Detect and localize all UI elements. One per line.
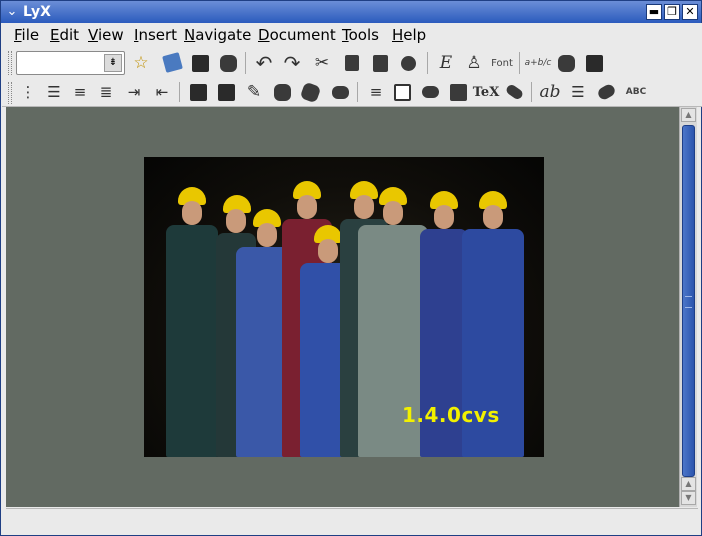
new-document-icon[interactable]: ☆ bbox=[130, 52, 152, 74]
lyx-window: ⌄ LyX ▬ ❐ ✕ File Edit View Insert Naviga… bbox=[0, 0, 702, 536]
toolbar-grip[interactable] bbox=[8, 51, 12, 75]
menu-tools[interactable]: Tools bbox=[342, 26, 379, 44]
toolbar-separator bbox=[519, 52, 520, 74]
insert-table-icon[interactable] bbox=[583, 52, 605, 74]
insert-label-icon[interactable] bbox=[329, 81, 351, 103]
window-title: LyX bbox=[23, 4, 51, 20]
description-list-icon[interactable]: ≡ bbox=[69, 81, 91, 103]
noun-icon[interactable]: ♙ bbox=[463, 52, 485, 74]
toolbar-separator bbox=[531, 82, 532, 102]
print-icon[interactable] bbox=[217, 52, 239, 74]
scrollbar-thumb[interactable] bbox=[682, 125, 695, 477]
menu-view[interactable]: View bbox=[88, 26, 124, 44]
scroll-up-icon[interactable]: ▲ bbox=[681, 108, 696, 122]
menu-navigate[interactable]: Navigate bbox=[184, 26, 251, 44]
font-icon[interactable]: Font bbox=[491, 52, 513, 74]
insert-note-icon[interactable]: ✎ bbox=[243, 81, 265, 103]
text-style-icon[interactable]: ab bbox=[539, 81, 561, 103]
math-mode-icon[interactable] bbox=[555, 52, 577, 74]
insert-table-float-icon[interactable] bbox=[215, 81, 237, 103]
undo-icon[interactable]: ↶ bbox=[253, 52, 275, 74]
toolbar-separator bbox=[357, 82, 358, 102]
copy-icon[interactable] bbox=[341, 52, 363, 74]
redo-icon[interactable]: ↷ bbox=[281, 52, 303, 74]
title-bar: ⌄ LyX ▬ ❐ ✕ bbox=[1, 1, 701, 23]
align-left-icon[interactable]: ≡ bbox=[365, 81, 387, 103]
combo-arrow-icon[interactable]: ⇟ bbox=[104, 54, 122, 72]
math-fraction-icon[interactable]: a+b/c bbox=[525, 52, 552, 74]
maximize-button[interactable]: ❐ bbox=[664, 4, 680, 20]
menu-help[interactable]: Help bbox=[392, 26, 426, 44]
status-bar bbox=[6, 508, 698, 532]
spellcheck-icon[interactable]: ABC bbox=[625, 81, 647, 103]
menu-document[interactable]: Document bbox=[258, 26, 336, 44]
eraser-icon[interactable] bbox=[595, 81, 617, 103]
toolbar-separator bbox=[245, 52, 246, 74]
document-work-area[interactable]: 1.4.0cvs bbox=[6, 107, 679, 507]
vertical-scrollbar[interactable]: ▲ ▲ ▼ bbox=[679, 107, 697, 507]
layout-combo[interactable]: ⇟ bbox=[16, 51, 125, 75]
open-document-icon[interactable] bbox=[161, 51, 183, 73]
scroll-up-secondary-icon[interactable]: ▲ bbox=[681, 477, 696, 491]
depth-increase-icon[interactable]: ⇥ bbox=[123, 81, 145, 103]
insert-cross-reference-icon[interactable] bbox=[419, 81, 441, 103]
list-icon[interactable]: ≣ bbox=[95, 81, 117, 103]
splash-photo: 1.4.0cvs bbox=[144, 157, 544, 457]
insert-url-icon[interactable] bbox=[503, 81, 525, 103]
toolbar-separator bbox=[179, 82, 180, 102]
menu-edit[interactable]: Edit bbox=[50, 26, 79, 44]
menu-insert[interactable]: Insert bbox=[134, 26, 177, 44]
toolbar-grip[interactable] bbox=[8, 82, 12, 104]
tex-mode-icon[interactable]: TeX bbox=[473, 81, 500, 103]
scroll-down-icon[interactable]: ▼ bbox=[681, 491, 696, 505]
emphasize-icon[interactable]: E bbox=[435, 52, 457, 74]
version-label: 1.4.0cvs bbox=[402, 403, 500, 427]
insert-margin-note-icon[interactable] bbox=[299, 81, 321, 103]
menu-file[interactable]: File bbox=[14, 26, 39, 44]
minimize-button[interactable]: ▬ bbox=[646, 4, 662, 20]
justify-icon[interactable]: ☰ bbox=[567, 81, 589, 103]
find-replace-icon[interactable] bbox=[397, 52, 419, 74]
window-menu-icon[interactable]: ⌄ bbox=[3, 3, 21, 21]
bullet-list-icon[interactable]: ☰ bbox=[43, 81, 65, 103]
menu-bar: File Edit View Insert Navigate Document … bbox=[2, 23, 702, 47]
save-icon[interactable] bbox=[189, 52, 211, 74]
cut-icon[interactable]: ✂ bbox=[311, 52, 333, 74]
insert-footnote-icon[interactable] bbox=[271, 81, 293, 103]
close-button[interactable]: ✕ bbox=[682, 4, 698, 20]
paste-icon[interactable] bbox=[369, 52, 391, 74]
insert-figure-float-icon[interactable] bbox=[187, 81, 209, 103]
paragraph-settings-icon[interactable] bbox=[391, 81, 413, 103]
insert-citation-icon[interactable] bbox=[447, 81, 469, 103]
numbered-list-icon[interactable]: ⋮ bbox=[17, 81, 39, 103]
toolbar-separator bbox=[427, 52, 428, 74]
depth-decrease-icon[interactable]: ⇤ bbox=[151, 81, 173, 103]
